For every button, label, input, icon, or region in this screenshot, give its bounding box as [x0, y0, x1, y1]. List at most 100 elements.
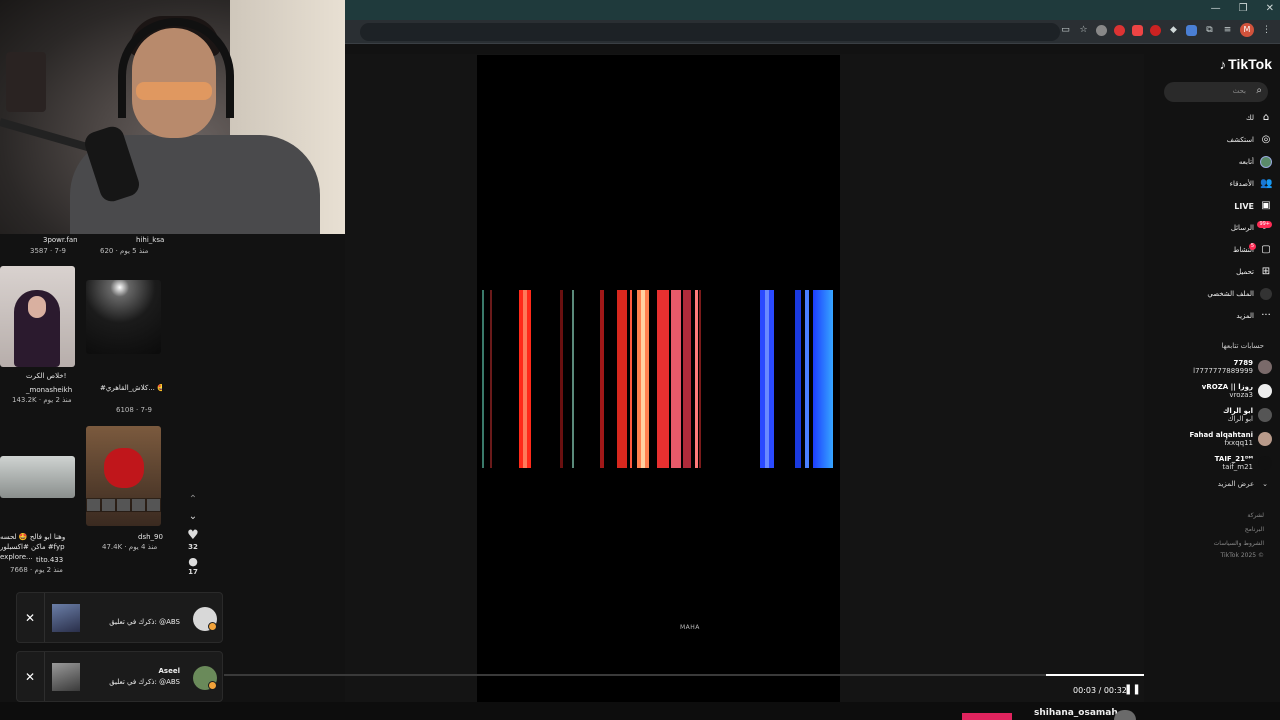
extension-icon[interactable]: [1186, 24, 1197, 36]
comment-count: 17: [188, 568, 198, 574]
brand-name: TikTok: [1228, 56, 1272, 72]
following-section-title: حسابات تتابعها: [1221, 342, 1264, 350]
address-field[interactable]: [360, 23, 1060, 41]
cast-icon[interactable]: ▭: [1060, 25, 1071, 36]
following-avatar-icon: [1260, 156, 1272, 168]
follow-button[interactable]: [962, 713, 1012, 720]
following-account[interactable]: TAIF_21ᴰᴹ taif_m21: [1144, 453, 1272, 473]
sidebar-item-friends[interactable]: الأصدقاء 👥: [1230, 177, 1273, 191]
friends-icon: 👥: [1260, 178, 1273, 189]
sidebar-item-more[interactable]: المزيد ···: [1236, 309, 1272, 323]
feed-meta: 143.2K · منذ 2 يوم: [12, 396, 72, 404]
search-input[interactable]: بحث ⌕: [1164, 82, 1268, 102]
avatar: [1258, 384, 1272, 398]
tiktok-logo-icon: ♪: [1219, 57, 1227, 72]
home-icon: ⌂: [1262, 112, 1270, 123]
close-icon[interactable]: ✕: [25, 670, 35, 684]
sidebar-item-foryou[interactable]: لك ⌂: [1246, 111, 1272, 125]
restore-icon[interactable]: ❐: [1239, 3, 1248, 14]
feed-thumbnail[interactable]: [86, 280, 161, 354]
feed-column: 3powr.fan 3587 · 7-9 hihi_ksa 620 · منذ …: [0, 234, 175, 720]
sidebar-item-profile[interactable]: الملف الشخصي: [1207, 287, 1272, 301]
video-player[interactable]: [477, 55, 840, 702]
screen: — ❐ ✕ ▭ ☆ ◆ ⧉ ≡ M ⋮ MAHA 00:03 / 00:32 ❚…: [0, 0, 1280, 720]
feed-user[interactable]: _monasheikh: [26, 386, 72, 394]
following-account[interactable]: 7789 l7777777889999: [1144, 357, 1272, 377]
reading-list-icon[interactable]: ≡: [1222, 25, 1233, 36]
feed-meta: 47.4K · منذ 4 يوم: [102, 543, 158, 551]
sidebar-item-upload[interactable]: تحميل ⊞: [1236, 265, 1272, 279]
see-more-button[interactable]: عرض المزيد ⌄: [1218, 480, 1268, 488]
activity-badge: 5: [1248, 243, 1256, 250]
chevron-down-icon[interactable]: ⌄: [185, 511, 201, 522]
comment-icon[interactable]: ●: [185, 555, 201, 568]
chevron-down-icon: ⌄: [1262, 480, 1268, 488]
feed-user[interactable]: dsh_90: [138, 533, 163, 541]
account-name: 7789: [1233, 359, 1253, 367]
feed-meta: 3587 · 7-9: [30, 247, 66, 255]
extension-icon[interactable]: [1132, 24, 1143, 36]
notification-thumbnail[interactable]: [52, 604, 80, 632]
extension-icon[interactable]: [1096, 24, 1107, 36]
avatar: [1258, 432, 1272, 446]
feed-thumbnail[interactable]: [86, 426, 161, 526]
pause-icon[interactable]: ❚❚: [1124, 684, 1141, 695]
extension-icon[interactable]: [1114, 24, 1125, 36]
webcam-headphones: [118, 18, 234, 118]
search-placeholder: بحث: [1232, 87, 1246, 95]
feed-thumbnail[interactable]: [0, 266, 75, 367]
window-controls: — ❐ ✕: [1211, 3, 1274, 14]
minimize-icon[interactable]: —: [1211, 3, 1221, 14]
feed-user[interactable]: tito.433: [36, 556, 63, 564]
extensions-row: ▭ ☆ ◆ ⧉ ≡ M ⋮: [1060, 23, 1272, 37]
following-account[interactable]: Fahad alqahtani fxxqq11: [1144, 429, 1272, 449]
sidebar-item-live[interactable]: LIVE ▣: [1234, 199, 1272, 213]
account-name: TAIF_21ᴰᴹ: [1214, 455, 1253, 463]
progress-fill: [1046, 674, 1144, 676]
compass-icon: ◎: [1261, 134, 1271, 145]
avatar: [1258, 360, 1272, 374]
notification-thumbnail[interactable]: [52, 663, 80, 691]
notification-name: Aseel: [158, 667, 180, 675]
notification-toast[interactable]: ✕ ذكرك في تعليق: @ABS: [16, 592, 223, 643]
footer-link[interactable]: لشركة: [1247, 512, 1264, 519]
search-icon[interactable]: ⌕: [1256, 85, 1262, 96]
account-handle: taif_m21: [1222, 463, 1253, 471]
close-window-icon[interactable]: ✕: [1266, 3, 1274, 14]
feed-user[interactable]: 3powr.fan: [43, 236, 78, 244]
following-account[interactable]: ابو الراك ابو الراك: [1144, 405, 1272, 425]
heart-icon[interactable]: ♥: [185, 528, 201, 543]
status-badge: [208, 622, 217, 631]
progress-track[interactable]: [224, 674, 1144, 676]
close-icon[interactable]: ✕: [25, 611, 35, 625]
brand-logo[interactable]: ♪ TikTok: [1220, 56, 1272, 72]
feed-thumbnail[interactable]: [0, 456, 75, 498]
puzzle-icon[interactable]: ⧉: [1204, 25, 1215, 36]
following-account[interactable]: vROZA || روزا vroza3: [1144, 381, 1272, 401]
feed-user[interactable]: hihi_ksa: [136, 236, 164, 244]
account-handle: l7777777889999: [1193, 367, 1253, 375]
account-name: vROZA || روزا: [1201, 383, 1253, 391]
notification-toast[interactable]: ✕ Aseel ذكرك في تعليق: @ABS: [16, 651, 223, 702]
sidebar-item-explore[interactable]: استكشف ◎: [1227, 133, 1272, 147]
feed-meta: 7668 · منذ 2 يوم: [10, 566, 63, 574]
footer-link[interactable]: الشروط والسياسات: [1214, 540, 1264, 547]
video-watermark: MAHA: [680, 624, 700, 631]
see-more-label: عرض المزيد: [1217, 480, 1255, 488]
chevron-up-icon[interactable]: ⌃: [185, 494, 201, 505]
profile-avatar[interactable]: M: [1240, 23, 1254, 37]
account-name: Fahad alqahtani: [1189, 431, 1253, 439]
feed-meta: 6108 · 7-9: [116, 406, 152, 414]
sidebar-item-following[interactable]: أتابعه: [1239, 155, 1272, 169]
diamond-icon[interactable]: ◆: [1168, 25, 1179, 36]
extension-icon[interactable]: [1150, 24, 1161, 36]
bottom-username[interactable]: shihana_osamah: [1034, 708, 1118, 718]
bookmark-star-icon[interactable]: ☆: [1078, 25, 1089, 36]
menu-dots-icon[interactable]: ⋮: [1261, 25, 1272, 36]
profile-icon: [1260, 288, 1272, 300]
account-handle: ابو الراك: [1227, 415, 1253, 423]
like-count: 32: [188, 543, 198, 551]
webcam-overlay: [0, 0, 345, 234]
live-icon: ▣: [1261, 200, 1271, 211]
footer-link[interactable]: البرنامج: [1245, 526, 1264, 533]
